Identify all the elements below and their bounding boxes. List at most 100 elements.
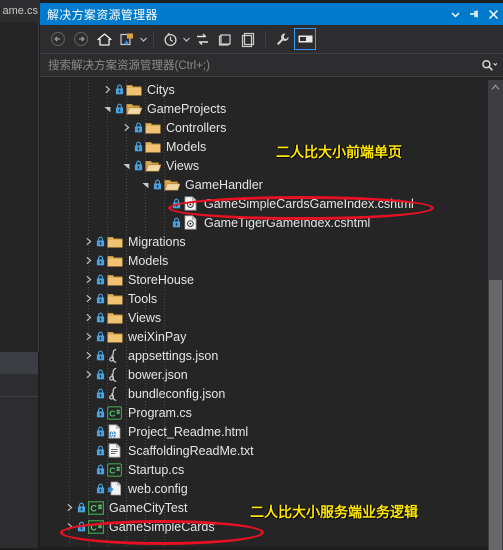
solution-explorer-panel: 解决方案资源管理器 搜索解决方案资源管理器(Ctrl+;) Citys Game… (40, 3, 503, 550)
highlight-cshtml-file (168, 196, 434, 220)
sync-with-active-document-button[interactable] (116, 28, 138, 50)
chevron-right-icon[interactable] (82, 308, 95, 327)
tree-item-bower-json[interactable]: bower.json (40, 365, 481, 384)
chevron-right-icon[interactable] (82, 346, 95, 365)
tree-item-label: appsettings.json (128, 348, 219, 363)
chevron-right-icon[interactable] (82, 327, 95, 346)
solution-tree[interactable]: Citys GameProjects Controllers Models Views G… (40, 80, 503, 547)
chevron-right-icon[interactable] (82, 270, 95, 289)
tree-item-citys[interactable]: Citys (40, 80, 481, 99)
tree-item-bundleconfig-json[interactable]: bundleconfig.json (40, 384, 481, 403)
vertical-scrollbar-thumb[interactable] (489, 280, 502, 550)
chevron-right-icon[interactable] (82, 365, 95, 384)
folder-icon (106, 251, 123, 270)
json-icon (106, 346, 123, 365)
tree-item-label: Models (166, 139, 207, 154)
html-icon (106, 422, 123, 441)
folder-icon (144, 137, 161, 156)
lock-icon (95, 308, 106, 327)
chevron-right-icon[interactable] (120, 118, 133, 137)
tree-item-weixinpay[interactable]: weiXinPay (40, 327, 481, 346)
lock-icon (95, 365, 106, 384)
chevron-down-icon[interactable] (139, 175, 152, 194)
chevron-down-icon[interactable] (101, 99, 114, 118)
preview-selected-items-button[interactable] (294, 28, 316, 50)
chevron-right-icon[interactable] (82, 289, 95, 308)
background-editor-body (0, 22, 39, 352)
tree-item-web-config[interactable]: web.config (40, 479, 481, 498)
dropdown-menu-button[interactable] (446, 4, 464, 24)
chevron-right-icon[interactable] (82, 251, 95, 270)
tree-item-label: Citys (147, 82, 175, 97)
tree-item-label: GameProjects (147, 101, 227, 116)
background-editor-tab[interactable]: ame.cs (0, 0, 40, 22)
home-button[interactable] (93, 28, 115, 50)
tree-item-gameprojects[interactable]: GameProjects (40, 99, 481, 118)
tree-rows-container: Citys GameProjects Controllers Models Views G… (40, 80, 481, 536)
tree-item-label: Views (166, 158, 200, 173)
chevron-right-icon[interactable] (82, 232, 95, 251)
lock-icon (133, 118, 144, 137)
tree-item-project-readme-html[interactable]: Project_Readme.html (40, 422, 481, 441)
tree-item-storehouse[interactable]: StoreHouse (40, 270, 481, 289)
cshtml-icon (182, 213, 199, 232)
tree-item-program-cs[interactable]: C Program.cs (40, 403, 481, 422)
chevron-right-icon[interactable] (63, 498, 76, 517)
folder-open-icon (144, 156, 161, 175)
pending-changes-dropdown-caret-icon[interactable] (182, 28, 191, 50)
collapse-all-button[interactable] (214, 28, 236, 50)
forward-button[interactable] (70, 28, 92, 50)
search-icon[interactable] (481, 59, 497, 72)
tree-item-models[interactable]: Models (40, 251, 481, 270)
sync-dropdown-caret-icon[interactable] (139, 28, 148, 50)
chevron-down-icon[interactable] (120, 156, 133, 175)
solution-explorer-screenshot: ame.cs 解决方案资源管理器 搜索解决方案资源管理器(Ctrl+;) Cit… (0, 0, 503, 550)
tree-item-label: GameCityTest (109, 500, 188, 515)
csharp-icon: C (106, 460, 123, 479)
folder-icon (106, 308, 123, 327)
tree-item-controllers[interactable]: Controllers (40, 118, 481, 137)
search-input[interactable]: 搜索解决方案资源管理器(Ctrl+;) (48, 57, 481, 73)
text-icon (106, 441, 123, 460)
lock-icon (95, 289, 106, 308)
tree-item-appsettings-json[interactable]: appsettings.json (40, 346, 481, 365)
tree-item-startup-cs[interactable]: C Startup.cs (40, 460, 481, 479)
tree-item-label: bundleconfig.json (128, 386, 226, 401)
tree-item-views[interactable]: Views (40, 308, 481, 327)
tree-item-migrations[interactable]: Migrations (40, 232, 481, 251)
tree-item-tools[interactable]: Tools (40, 289, 481, 308)
pending-changes-filter-button[interactable] (159, 28, 181, 50)
scroll-up-arrow-icon[interactable] (488, 80, 503, 95)
refresh-button[interactable] (191, 28, 213, 50)
panel-toolbar (40, 25, 503, 53)
pin-button[interactable] (465, 4, 483, 24)
svg-text:C: C (109, 465, 115, 475)
properties-button[interactable] (271, 28, 293, 50)
tree-item-models[interactable]: Models (40, 137, 481, 156)
tree-item-gamehandler[interactable]: GameHandler (40, 175, 481, 194)
tree-item-scaffoldingreadme-txt[interactable]: ScaffoldingReadMe.txt (40, 441, 481, 460)
close-button[interactable] (484, 4, 502, 24)
chevron-right-icon[interactable] (101, 80, 114, 99)
lock-icon (95, 232, 106, 251)
tree-item-label: Controllers (166, 120, 227, 135)
panel-title: 解决方案资源管理器 (47, 7, 158, 22)
highlight-project-gamesimplecards (60, 520, 264, 545)
vertical-scrollbar[interactable] (488, 80, 503, 550)
show-all-files-button[interactable] (237, 28, 259, 50)
lock-icon (95, 441, 106, 460)
tree-item-label: Program.cs (128, 405, 192, 420)
back-button[interactable] (47, 28, 69, 50)
background-panel-strip-2 (0, 374, 38, 396)
svg-text:C: C (90, 503, 97, 513)
config-icon (106, 479, 123, 498)
tree-item-views[interactable]: Views (40, 156, 481, 175)
lock-icon (95, 403, 106, 422)
search-bar[interactable]: 搜索解决方案资源管理器(Ctrl+;) (40, 53, 503, 77)
